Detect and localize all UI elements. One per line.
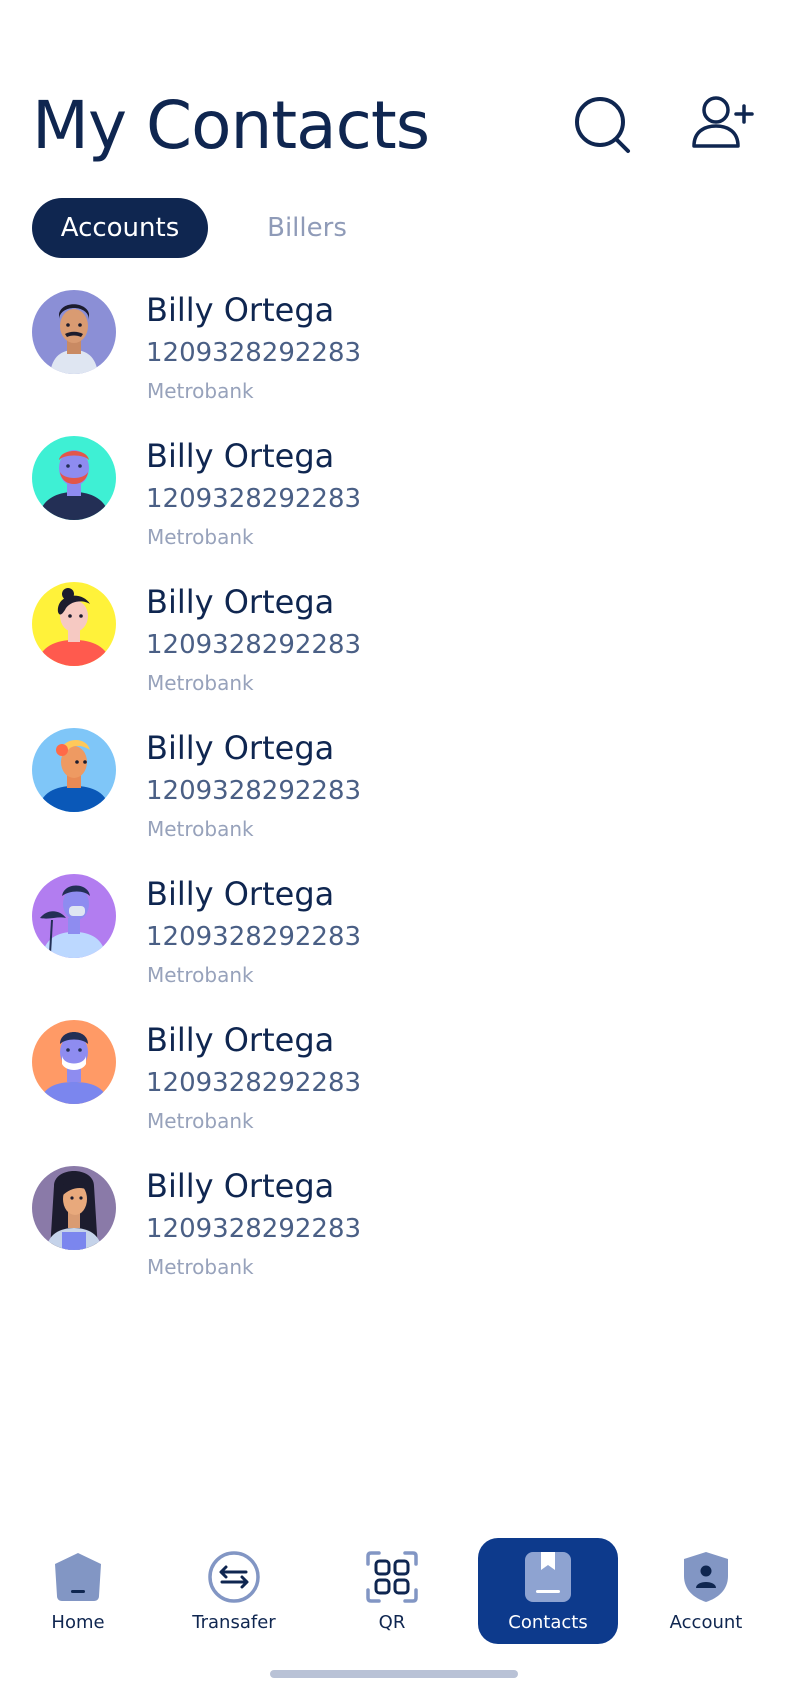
home-icon [55, 1553, 101, 1601]
contact-account-number: 1209328292283 [146, 1214, 362, 1244]
contact-item[interactable]: Billy Ortega 1209328292283 Metrobank [0, 434, 786, 580]
contact-item[interactable]: Billy Ortega 1209328292283 Metrobank [0, 872, 786, 1018]
nav-account-label: Account [669, 1612, 743, 1633]
contact-account-number: 1209328292283 [146, 630, 362, 660]
avatar [32, 1166, 116, 1250]
contact-bank: Metrobank [147, 1109, 254, 1133]
nav-qr-label: QR [378, 1612, 406, 1633]
contact-bank: Metrobank [147, 671, 254, 695]
contact-bank: Metrobank [147, 1255, 254, 1279]
contact-name: Billy Ortega [146, 875, 335, 913]
contact-account-number: 1209328292283 [146, 338, 362, 368]
contact-item[interactable]: Billy Ortega 1209328292283 Metrobank [0, 1164, 786, 1310]
nav-transfer-label: Transafer [192, 1612, 276, 1633]
nav-contacts-label: Contacts [508, 1612, 588, 1633]
contact-name: Billy Ortega [146, 437, 335, 475]
contact-item[interactable]: Billy Ortega 1209328292283 Metrobank [0, 580, 786, 726]
nav-transfer[interactable]: Transafer [164, 1542, 304, 1646]
contact-bank: Metrobank [147, 525, 254, 549]
contact-account-number: 1209328292283 [146, 484, 362, 514]
contact-item[interactable]: Billy Ortega 1209328292283 Metrobank [0, 726, 786, 872]
transfer-icon [208, 1551, 260, 1603]
search-button[interactable] [572, 94, 636, 158]
add-contact-button[interactable] [692, 92, 756, 156]
contact-name: Billy Ortega [146, 729, 335, 767]
tab-billers[interactable]: Billers [237, 198, 377, 258]
page-title: My Contacts [32, 87, 430, 164]
tab-accounts[interactable]: Accounts [32, 198, 208, 258]
nav-contacts[interactable]: Contacts [478, 1538, 618, 1644]
header: My Contacts [32, 86, 754, 166]
avatar [32, 874, 116, 958]
nav-account[interactable]: Account [636, 1542, 776, 1646]
qr-icon [366, 1551, 418, 1603]
contact-account-number: 1209328292283 [146, 776, 362, 806]
nav-home[interactable]: Home [8, 1542, 148, 1646]
contact-account-number: 1209328292283 [146, 1068, 362, 1098]
home-indicator [270, 1670, 518, 1678]
contact-bank: Metrobank [147, 379, 254, 403]
bottom-navigation: Home Transafer QR Contacts Account [0, 1530, 786, 1650]
contact-name: Billy Ortega [146, 291, 335, 329]
avatar [32, 290, 116, 374]
contact-item[interactable]: Billy Ortega 1209328292283 Metrobank [0, 1018, 786, 1164]
contact-item[interactable]: Billy Ortega 1209328292283 Metrobank [0, 288, 786, 434]
contact-bank: Metrobank [147, 963, 254, 987]
search-icon [575, 97, 630, 153]
avatar [32, 582, 116, 666]
avatar [32, 1020, 116, 1104]
avatar [32, 728, 116, 812]
avatar [32, 436, 116, 520]
contact-name: Billy Ortega [146, 1021, 335, 1059]
user-plus-icon [692, 96, 754, 148]
contacts-book-icon [525, 1552, 571, 1602]
contact-account-number: 1209328292283 [146, 922, 362, 952]
nav-home-label: Home [51, 1612, 105, 1633]
contact-name: Billy Ortega [146, 1167, 335, 1205]
nav-qr[interactable]: QR [322, 1542, 462, 1646]
contact-bank: Metrobank [147, 817, 254, 841]
account-shield-icon [684, 1552, 728, 1602]
contact-name: Billy Ortega [146, 583, 335, 621]
contact-list: Billy Ortega 1209328292283 Metrobank Bil… [0, 288, 786, 1310]
